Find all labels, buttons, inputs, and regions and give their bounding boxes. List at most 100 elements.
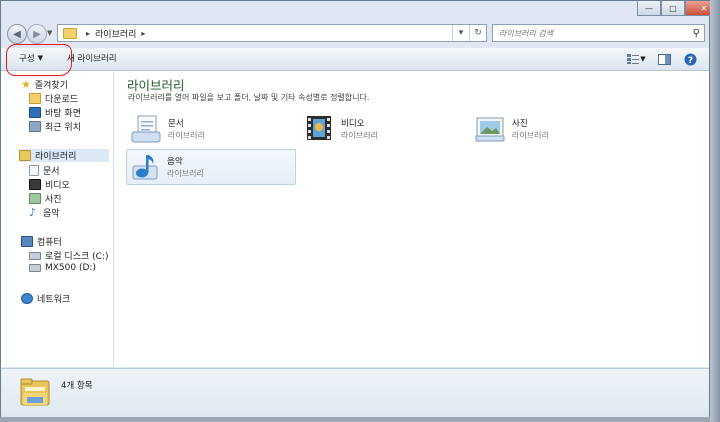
library-type: 라이브러리 — [341, 131, 378, 140]
chevron-down-icon: ▼ — [37, 54, 44, 62]
background-edge — [710, 0, 720, 422]
breadcrumb-chevron-icon[interactable]: ▸ — [141, 29, 145, 38]
arrow-right-icon: ▶ — [33, 28, 41, 40]
sidebar-network[interactable]: 네트워크 — [21, 292, 70, 305]
sidebar-item-mx500-d[interactable]: MX500 (D:) — [29, 263, 96, 273]
desktop-icon — [29, 107, 41, 118]
star-icon: ★ — [21, 78, 31, 91]
sidebar-item-music[interactable]: ♪ 음악 — [29, 206, 60, 219]
sidebar-item-label: 네트워크 — [37, 295, 71, 305]
sidebar-item-label: MX500 (D:) — [45, 263, 96, 273]
maximize-button[interactable]: □ — [661, 1, 685, 16]
navigation-pane: ★ 즐겨찾기 다운로드 바탕 화면 최근 위치 라이브러리 문서 비디오 사진 … — [1, 71, 114, 367]
back-button[interactable]: ◀ — [7, 24, 27, 44]
library-type: 라이브러리 — [167, 169, 204, 178]
library-folder-large-icon — [20, 378, 50, 406]
library-type: 라이브러리 — [512, 131, 549, 140]
search-box[interactable]: ⚲ — [492, 24, 705, 42]
view-options-icon — [627, 54, 639, 64]
recent-places-icon — [29, 121, 41, 132]
refresh-button[interactable]: ↻ — [469, 25, 486, 41]
library-tile-videos[interactable]: 비디오 라이브러리 — [300, 111, 470, 147]
downloads-folder-icon — [29, 93, 41, 104]
breadcrumb-separator-icon[interactable]: ▸ — [86, 29, 90, 38]
sidebar-item-label: 문서 — [43, 167, 60, 177]
sidebar-item-downloads[interactable]: 다운로드 — [29, 92, 78, 105]
details-pane: 4개 항목 — [1, 368, 709, 417]
chevron-down-icon: ▾ — [458, 28, 464, 38]
navigation-bar: ◀ ▶ ▼ ▸ 라이브러리 ▸ ▾ ↻ ⚲ — [1, 21, 709, 47]
sidebar-item-label: 다운로드 — [45, 95, 79, 105]
sidebar-libraries[interactable]: 라이브러리 — [19, 149, 109, 162]
sidebar-item-videos[interactable]: 비디오 — [29, 178, 70, 191]
close-icon: ✕ — [700, 3, 708, 13]
organize-button[interactable]: 구성 ▼ — [19, 52, 43, 64]
view-dropdown-button[interactable]: ▼ — [639, 52, 647, 66]
library-tile-documents[interactable]: 문서 라이브러리 — [127, 111, 297, 147]
library-folder-icon — [63, 27, 77, 39]
maximize-icon: □ — [669, 3, 677, 13]
library-name: 사진 — [512, 119, 528, 129]
sidebar-item-label: 라이브러리 — [35, 152, 77, 162]
recent-pages-dropdown[interactable]: ▼ — [47, 29, 52, 37]
videos-icon — [29, 179, 41, 190]
sidebar-item-label: 비디오 — [45, 181, 70, 191]
computer-icon — [21, 236, 33, 247]
minimize-icon: — — [645, 3, 653, 13]
minimize-button[interactable]: — — [637, 1, 661, 16]
videos-library-icon — [307, 116, 331, 140]
sidebar-computer[interactable]: 컴퓨터 — [21, 235, 62, 248]
chevron-down-icon: ▼ — [640, 55, 646, 63]
sidebar-item-documents[interactable]: 문서 — [29, 164, 60, 177]
address-dropdown-button[interactable]: ▾ — [452, 25, 469, 41]
library-name: 비디오 — [341, 119, 365, 129]
library-tile-music[interactable]: 음악 라이브러리 — [126, 149, 296, 185]
forward-button[interactable]: ▶ — [27, 24, 47, 44]
breadcrumb-libraries[interactable]: 라이브러리 — [95, 27, 136, 40]
svg-text:?: ? — [687, 56, 692, 66]
page-subtitle: 라이브러리를 열어 파일을 보고 폴더, 날짜 및 기타 속성별로 정렬합니다. — [128, 93, 370, 102]
content-pane: 라이브러리 라이브러리를 열어 파일을 보고 폴더, 날짜 및 기타 속성별로 … — [114, 71, 709, 367]
library-name: 문서 — [168, 119, 184, 129]
sidebar-item-label: 최근 위치 — [45, 123, 81, 133]
library-tile-pictures[interactable]: 사진 라이브러리 — [471, 111, 641, 147]
pictures-library-icon — [475, 117, 505, 142]
preview-pane-button[interactable] — [657, 52, 671, 66]
documents-library-icon — [131, 115, 161, 143]
sidebar-item-recent-places[interactable]: 최근 위치 — [29, 120, 81, 133]
sidebar-item-label: 사진 — [45, 195, 62, 205]
library-icon — [19, 150, 31, 161]
preview-pane-icon — [657, 53, 671, 65]
search-icon[interactable]: ⚲ — [693, 28, 700, 39]
sidebar-item-local-disk-c[interactable]: 로컬 디스크 (C:) — [29, 249, 108, 262]
network-icon — [21, 293, 33, 304]
explorer-window: — □ ✕ ◀ ▶ ▼ ▸ 라이브러리 ▸ ▾ ↻ ⚲ 구성 ▼ — [0, 0, 720, 417]
window-controls: — □ ✕ — [637, 1, 720, 17]
arrow-left-icon: ◀ — [13, 28, 21, 40]
sidebar-item-pictures[interactable]: 사진 — [29, 192, 62, 205]
refresh-icon: ↻ — [474, 28, 482, 38]
music-note-icon: ♪ — [29, 206, 37, 219]
hard-drive-icon — [29, 264, 41, 272]
pictures-icon — [29, 193, 41, 204]
library-type: 라이브러리 — [168, 131, 205, 140]
library-name: 음악 — [167, 157, 183, 167]
documents-icon — [29, 165, 39, 176]
help-icon: ? — [684, 53, 696, 66]
sidebar-item-label: 바탕 화면 — [45, 109, 81, 119]
item-count: 4개 항목 — [61, 381, 93, 391]
new-library-button[interactable]: 새 라이브러리 — [67, 52, 117, 64]
hard-drive-icon — [29, 251, 41, 260]
new-library-label: 새 라이브러리 — [67, 54, 117, 64]
command-bar: 구성 ▼ 새 라이브러리 ▼ ? — [1, 48, 709, 71]
help-button[interactable]: ? — [683, 52, 697, 66]
sidebar-item-label: 음악 — [43, 209, 60, 219]
address-bar[interactable]: ▸ 라이브러리 ▸ ▾ ↻ — [57, 24, 487, 42]
search-input[interactable] — [497, 27, 693, 39]
sidebar-item-label: 컴퓨터 — [37, 238, 62, 248]
organize-label: 구성 — [19, 54, 35, 64]
sidebar-item-label: 즐겨찾기 — [34, 81, 68, 91]
sidebar-favorites[interactable]: ★ 즐겨찾기 — [21, 78, 68, 91]
music-library-icon — [132, 155, 158, 180]
sidebar-item-desktop[interactable]: 바탕 화면 — [29, 106, 81, 119]
